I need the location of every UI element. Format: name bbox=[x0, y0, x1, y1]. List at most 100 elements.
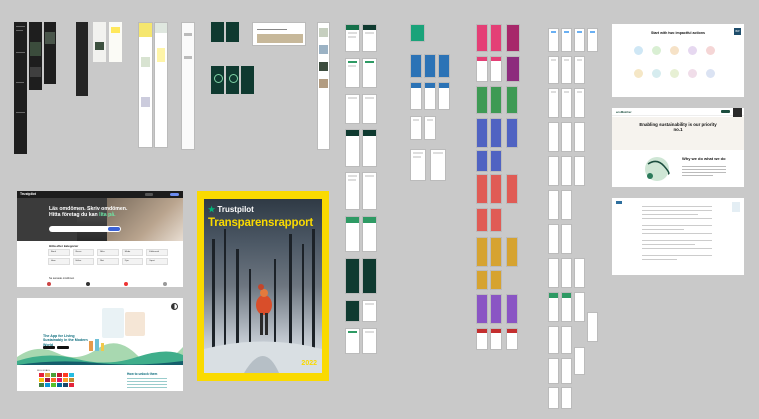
sdg-goal-tile[interactable] bbox=[63, 378, 68, 382]
category-item[interactable]: Mat bbox=[97, 258, 119, 265]
action-icon[interactable] bbox=[688, 46, 697, 55]
nav-button[interactable] bbox=[145, 193, 153, 196]
report-brand-text: Trustpilot bbox=[217, 205, 254, 214]
artboard-dark-app-3[interactable] bbox=[226, 66, 239, 94]
eco-nav-brand[interactable]: ecoMatcher bbox=[616, 110, 632, 114]
eco-terms-page[interactable] bbox=[612, 198, 744, 275]
eco-nav: ecoMatcher bbox=[612, 108, 744, 116]
action-icon[interactable] bbox=[706, 46, 715, 55]
sdg-goal-tile[interactable] bbox=[69, 373, 74, 377]
hero-headline: Läs omdömen. Skriv omdömen. Hitta företa… bbox=[49, 206, 139, 218]
action-icon[interactable] bbox=[652, 46, 661, 55]
headline-accent: lita på. bbox=[99, 212, 116, 218]
sdg-goal-tile[interactable] bbox=[51, 378, 56, 382]
eco-logo: BW bbox=[734, 28, 741, 35]
recent-reviews-title: Se senaste omdömen bbox=[49, 277, 75, 280]
top-nav: Trustpilot bbox=[17, 191, 183, 198]
artboard-photo-screens[interactable] bbox=[317, 22, 330, 150]
sdg-goal-tile[interactable] bbox=[63, 373, 68, 377]
action-icon[interactable] bbox=[670, 69, 679, 78]
hero-banner: Läs omdömen. Skriv omdömen. Hitta företa… bbox=[17, 198, 183, 241]
sdg-goal-tile[interactable] bbox=[57, 383, 62, 387]
artboard-dark-doc-2[interactable] bbox=[29, 22, 42, 90]
artboard-light-app-column[interactable] bbox=[548, 22, 600, 412]
eco-subhead: Why we do what we do bbox=[682, 156, 726, 161]
artboard-themed-app-column[interactable] bbox=[476, 22, 538, 362]
category-grid: Bank Resor Bilar Mode Elektronik Hem Häl… bbox=[48, 249, 168, 265]
category-item[interactable]: Hälsa bbox=[72, 258, 95, 265]
sdg-goal-tile[interactable] bbox=[51, 383, 56, 387]
trustpilot-logo[interactable]: Trustpilot bbox=[20, 192, 36, 196]
category-item[interactable]: Mode bbox=[121, 249, 144, 256]
how-to-steps bbox=[127, 378, 167, 390]
category-item[interactable]: Hem bbox=[48, 258, 70, 265]
action-icon[interactable] bbox=[634, 69, 643, 78]
sdg-goal-tile[interactable] bbox=[39, 383, 44, 387]
eco-paragraph bbox=[682, 166, 726, 176]
report-brand: ★ Trustpilot bbox=[208, 205, 254, 214]
nav-button[interactable] bbox=[170, 193, 179, 196]
artboard-screen-6[interactable] bbox=[109, 22, 122, 62]
eco-nav-button[interactable] bbox=[721, 110, 730, 113]
theme-toggle-icon[interactable] bbox=[171, 303, 178, 310]
globe-illustration bbox=[645, 157, 670, 181]
sdg-goal-tile[interactable] bbox=[45, 378, 50, 382]
transparency-report-cover[interactable]: ★ Trustpilot Transparensrapport 2022 bbox=[197, 191, 329, 381]
headline-line: Hitta företag du kan lita på. bbox=[49, 212, 139, 218]
how-to-title: How to unlock them bbox=[127, 372, 158, 376]
artboard-dark-app-4[interactable] bbox=[226, 22, 239, 42]
app-mockup bbox=[102, 308, 124, 338]
sdg-goal-tile[interactable] bbox=[69, 378, 74, 382]
sdg-goal-tile[interactable] bbox=[45, 383, 50, 387]
terms-logo bbox=[616, 201, 622, 204]
artboard-screen-8[interactable] bbox=[154, 22, 168, 148]
search-input[interactable] bbox=[49, 226, 121, 232]
company-logo-icon bbox=[85, 282, 90, 286]
headline-text: Hitta företag du kan bbox=[49, 212, 100, 218]
sdg-goal-tile[interactable] bbox=[57, 373, 62, 377]
eco-about-page[interactable]: ecoMatcher Enabling sustainability is ou… bbox=[612, 108, 744, 187]
search-button[interactable] bbox=[108, 227, 120, 231]
star-icon: ★ bbox=[208, 205, 216, 214]
sdg-app-landing-artboard[interactable]: The App for Living Sustainably in the Mo… bbox=[17, 298, 183, 391]
action-icon[interactable] bbox=[670, 46, 679, 55]
sdg-goal-tile[interactable] bbox=[39, 378, 44, 382]
sdg-goals-label: SDG GOALS bbox=[37, 370, 50, 372]
sdg-goal-tile[interactable] bbox=[69, 383, 74, 387]
artboard-dark-doc-1[interactable] bbox=[14, 22, 27, 154]
artboard-screen-4[interactable] bbox=[76, 22, 88, 96]
category-item[interactable]: Sport bbox=[146, 258, 168, 265]
artboard-dark-app-1[interactable] bbox=[211, 22, 224, 42]
sdg-goal-tile[interactable] bbox=[39, 373, 44, 377]
artboard-dark-app-2[interactable] bbox=[211, 66, 224, 94]
eco-headline: Start with two impactful actions bbox=[650, 31, 706, 35]
action-icon[interactable] bbox=[634, 46, 643, 55]
category-item[interactable]: Resor bbox=[72, 249, 95, 256]
action-icon[interactable] bbox=[706, 69, 715, 78]
sdg-goal-tile[interactable] bbox=[63, 383, 68, 387]
artboard-dark-app-5[interactable] bbox=[241, 66, 254, 94]
category-item[interactable]: Bank bbox=[48, 249, 70, 256]
artboard-screen-5[interactable] bbox=[93, 22, 106, 62]
terms-text bbox=[642, 206, 712, 263]
sdg-goals-grid bbox=[39, 373, 74, 387]
artboard-green-app-column[interactable] bbox=[345, 24, 377, 354]
artboard-beige-doc[interactable] bbox=[252, 22, 306, 46]
company-logo-icon bbox=[47, 282, 51, 286]
trustpilot-homepage-artboard[interactable]: Trustpilot Läs omdömen. Skriv omdömen. H… bbox=[17, 191, 183, 287]
category-item[interactable]: Elektronik bbox=[146, 249, 168, 256]
artboard-dark-doc-3[interactable] bbox=[44, 22, 56, 84]
artboard-screen-7[interactable] bbox=[138, 22, 153, 148]
sdg-goal-tile[interactable] bbox=[45, 373, 50, 377]
artboard-teal-app-column[interactable] bbox=[410, 24, 458, 184]
category-item[interactable]: Djur bbox=[121, 258, 144, 265]
action-icon[interactable] bbox=[688, 69, 697, 78]
artboard-screen-9[interactable] bbox=[181, 22, 195, 150]
sdg-goal-tile[interactable] bbox=[51, 373, 56, 377]
category-item[interactable]: Bilar bbox=[97, 249, 119, 256]
action-icon[interactable] bbox=[652, 69, 661, 78]
eco-actions-page[interactable]: Start with two impactful actions BW bbox=[612, 24, 744, 97]
app-mockup bbox=[125, 312, 145, 336]
sdg-goal-tile[interactable] bbox=[57, 378, 62, 382]
terms-sidebar bbox=[732, 202, 740, 212]
